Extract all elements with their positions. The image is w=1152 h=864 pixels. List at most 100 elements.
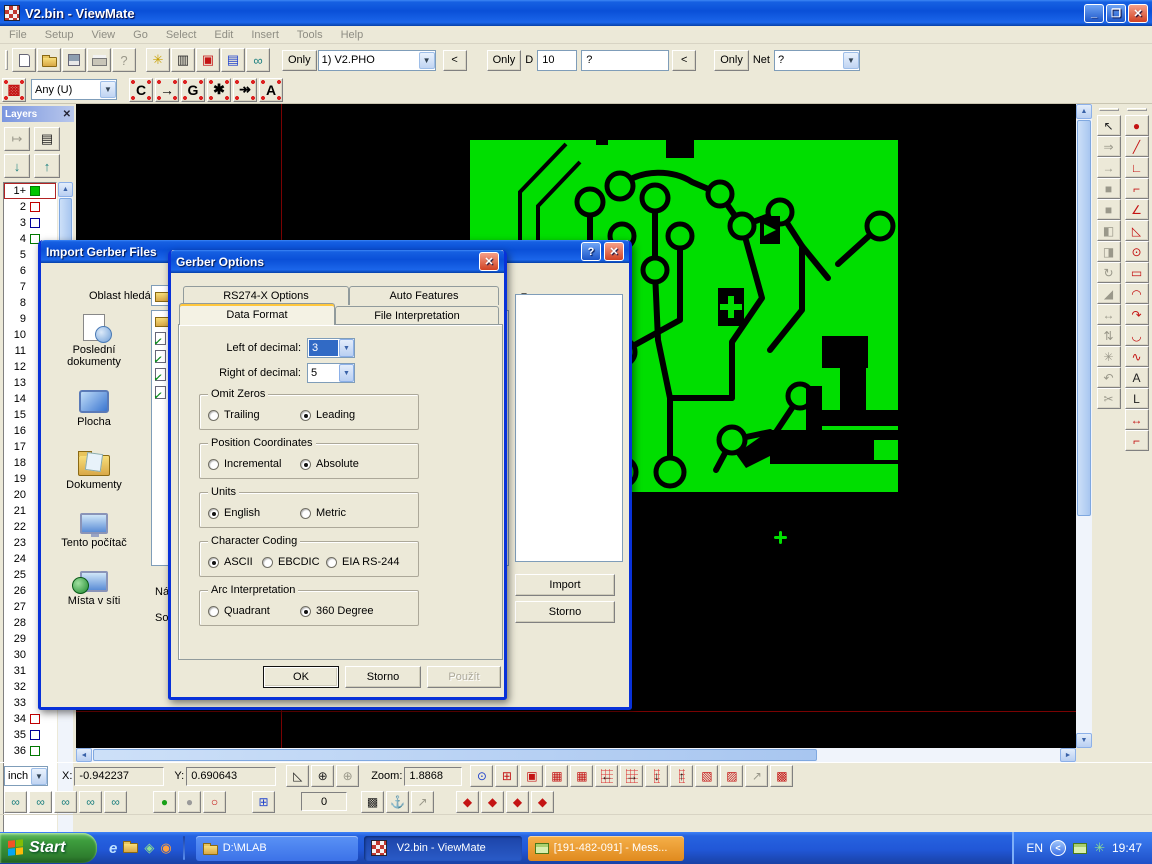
layer-1[interactable]: 1+ xyxy=(4,183,56,199)
count-field[interactable]: 0 xyxy=(301,792,347,811)
text-tool-icon[interactable]: A xyxy=(1125,367,1149,388)
menu-help[interactable]: Help xyxy=(332,27,373,43)
highlight-on-icon[interactable]: ● xyxy=(153,791,176,813)
radio-ascii[interactable]: ASCII xyxy=(208,556,253,568)
draw-curve-icon[interactable]: ↷ xyxy=(1125,304,1149,325)
select-box-icon[interactable]: ▩ xyxy=(770,765,793,787)
ok-button[interactable]: OK xyxy=(263,666,339,688)
context-help-icon[interactable]: ? xyxy=(112,48,136,72)
only-dcode-button[interactable]: Only xyxy=(487,50,522,71)
menu-edit[interactable]: Edit xyxy=(205,27,242,43)
layer-down-icon[interactable]: ↓ xyxy=(4,154,30,178)
grid-toggle-icon[interactable]: ▦ xyxy=(570,765,593,787)
draw-polyline-icon[interactable]: ∟ xyxy=(1125,157,1149,178)
select-gerber-icon[interactable]: G xyxy=(181,78,205,102)
select-flash-tool-icon[interactable]: ⇒ xyxy=(1097,136,1121,157)
select-net-icon[interactable]: ↠ xyxy=(233,78,257,102)
cancel-button[interactable]: Storno xyxy=(345,666,421,688)
media-icon[interactable]: ◈ xyxy=(144,840,154,856)
import-button[interactable]: Import xyxy=(515,574,615,596)
film-dcode-icon[interactable]: ▣ xyxy=(196,48,220,72)
tab-data-format[interactable]: Data Format xyxy=(179,303,335,325)
layer-table-icon[interactable]: ▤ xyxy=(34,127,60,151)
layer-color-swatch[interactable] xyxy=(30,218,40,228)
chevron-down-icon[interactable]: ▼ xyxy=(339,339,354,357)
place-recent-documents[interactable]: Poslední dokumenty xyxy=(51,314,137,368)
draw-angle-icon[interactable]: ∠ xyxy=(1125,199,1149,220)
radio-absolute[interactable]: Absolute xyxy=(300,458,359,470)
draw-circle-icon[interactable]: ⊙ xyxy=(1125,241,1149,262)
print-icon[interactable] xyxy=(87,48,111,72)
menu-select[interactable]: Select xyxy=(157,27,206,43)
mirror-h-icon[interactable]: ◧ xyxy=(1097,220,1121,241)
aperture-copy-icon[interactable]: ◆ xyxy=(531,791,554,813)
save-icon[interactable] xyxy=(62,48,86,72)
gerber-file-icon[interactable] xyxy=(155,386,166,399)
close-button[interactable]: ✕ xyxy=(1128,4,1148,23)
draw-triangle-icon[interactable]: ◺ xyxy=(1125,220,1149,241)
step-repeat-icon[interactable]: ⇅ xyxy=(1097,325,1121,346)
new-file-icon[interactable] xyxy=(12,48,36,72)
gerber-file-icon[interactable] xyxy=(155,368,166,381)
gerber-file-icon[interactable] xyxy=(155,332,166,345)
draw-corner-icon[interactable]: ⌐ xyxy=(1125,178,1149,199)
select-trace-tool-icon[interactable]: → xyxy=(1097,157,1121,178)
layer-36[interactable]: 36 xyxy=(4,743,56,759)
only-layer-button[interactable]: Only xyxy=(282,50,317,71)
draw-elbow-icon[interactable]: ⌐ xyxy=(1125,430,1149,451)
radio-trailing[interactable]: Trailing xyxy=(208,409,260,421)
relative-origin-icon[interactable]: ⊕ xyxy=(336,765,359,787)
close-icon[interactable]: ✕ xyxy=(479,252,499,271)
prev-layer-button[interactable]: < xyxy=(443,50,467,71)
start-button[interactable]: Start xyxy=(0,833,97,863)
radio-quadrant[interactable]: Quadrant xyxy=(208,605,270,617)
net-combo[interactable]: ? ▼ xyxy=(774,50,860,71)
cut-icon[interactable]: ✂ xyxy=(1097,388,1121,409)
pan-down-icon[interactable]: ↓ xyxy=(645,765,668,787)
tile-windows-icon[interactable]: ⊞ xyxy=(252,791,275,813)
layer-up-icon[interactable]: ↑ xyxy=(34,154,60,178)
layer-combo[interactable]: 1) V2.PHO ▼ xyxy=(318,50,436,71)
select-type-combo[interactable]: Any (U) ▼ xyxy=(31,79,117,100)
menu-go[interactable]: Go xyxy=(124,27,157,43)
dimension-tool-icon[interactable]: ↔ xyxy=(1125,409,1149,430)
rotate-icon[interactable]: ↻ xyxy=(1097,262,1121,283)
radio-metric[interactable]: Metric xyxy=(300,507,346,519)
task-mlab[interactable]: D:\MLAB xyxy=(196,836,358,861)
layer-3[interactable]: 3 xyxy=(4,215,56,231)
select-filter-icon[interactable]: ▩ xyxy=(2,78,26,102)
pan-left-icon[interactable]: ← xyxy=(595,765,618,787)
explorer-folder-icon[interactable] xyxy=(123,840,138,856)
flash-highlight-icon[interactable]: ✳ xyxy=(146,48,170,72)
prev-dcode-button[interactable]: < xyxy=(672,50,696,71)
apply-button[interactable]: Použít xyxy=(427,666,501,688)
draw-rect-icon[interactable]: ▭ xyxy=(1125,262,1149,283)
dcode-query-input[interactable]: ? xyxy=(581,50,669,71)
layer-color-swatch[interactable] xyxy=(30,186,40,196)
zoom-selection-icon[interactable]: ⊞ xyxy=(495,765,518,787)
anchor-icon[interactable]: ⚓ xyxy=(386,791,409,813)
ie-icon[interactable]: e xyxy=(109,840,117,857)
place-documents[interactable]: Dokumenty xyxy=(51,450,137,491)
place-desktop[interactable]: Plocha xyxy=(51,390,137,428)
menu-insert[interactable]: Insert xyxy=(242,27,288,43)
cancel-button[interactable]: Storno xyxy=(515,601,615,623)
scroll-down-icon[interactable]: ▼ xyxy=(1076,733,1092,748)
chevron-down-icon[interactable]: ▼ xyxy=(31,768,47,785)
aperture-select-icon[interactable]: ◆ xyxy=(481,791,504,813)
draw-arc-icon[interactable]: ◠ xyxy=(1125,283,1149,304)
pan-up-icon[interactable]: ↑ xyxy=(670,765,693,787)
firefox-icon[interactable]: ◉ xyxy=(160,840,171,856)
mirror-v-icon[interactable]: ◨ xyxy=(1097,241,1121,262)
tab-auto-features[interactable]: Auto Features xyxy=(349,286,499,305)
label-tool-icon[interactable]: L xyxy=(1125,388,1149,409)
layer-34[interactable]: 34 xyxy=(4,711,56,727)
tools-film-icon[interactable]: ▥ xyxy=(171,48,195,72)
menu-file[interactable]: File xyxy=(0,27,36,43)
film-colors-icon[interactable]: ▤ xyxy=(221,48,245,72)
layer-color-swatch[interactable] xyxy=(30,730,40,740)
menu-tools[interactable]: Tools xyxy=(288,27,332,43)
layer-2[interactable]: 2 xyxy=(4,199,56,215)
tray-app-icon[interactable]: ✳ xyxy=(1094,840,1105,856)
pan-right-icon[interactable]: → xyxy=(620,765,643,787)
